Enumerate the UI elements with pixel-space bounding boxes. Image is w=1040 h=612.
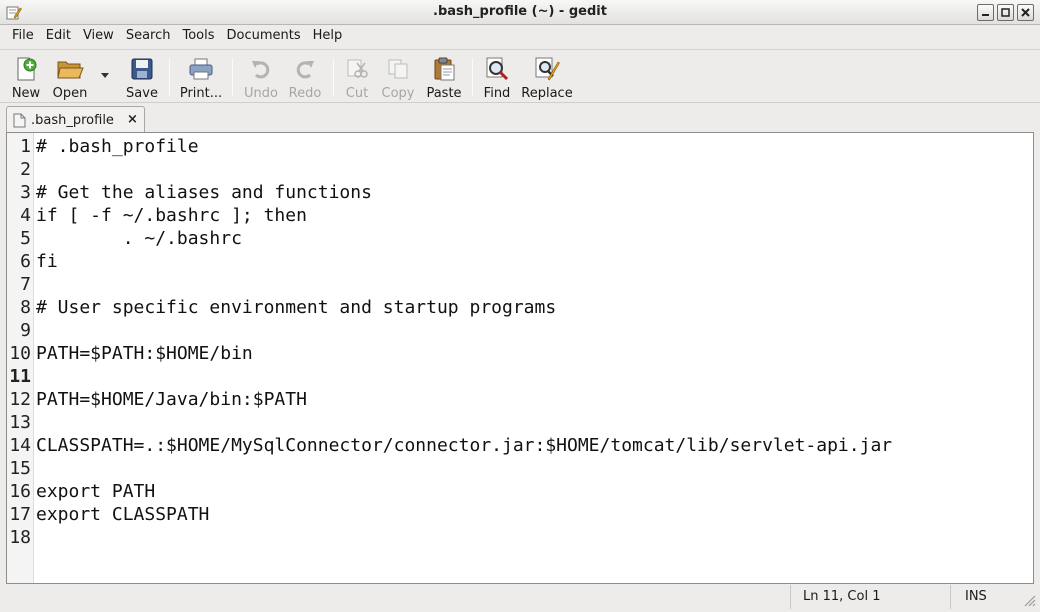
new-button[interactable]: New — [9, 50, 43, 102]
menu-edit[interactable]: Edit — [40, 25, 77, 47]
print-button[interactable]: Print... — [180, 50, 222, 102]
minimize-icon — [982, 14, 989, 16]
line-number: 2 — [20, 159, 31, 180]
window-title: .bash_profile (~) - gedit — [433, 4, 607, 19]
folder-open-icon — [57, 61, 84, 79]
new-label: New — [11, 86, 41, 101]
line-number: 1 — [20, 136, 31, 157]
save-disk-icon — [131, 58, 153, 80]
close-icon — [1021, 8, 1030, 17]
insert-mode-indicator: INS — [965, 589, 987, 604]
toolbar-separator — [333, 58, 334, 96]
cut-label: Cut — [345, 86, 369, 101]
menu-help[interactable]: Help — [307, 25, 349, 47]
line-number: 17 — [9, 504, 31, 525]
replace-button[interactable]: Replace — [520, 50, 574, 102]
toolbar-separator — [232, 58, 233, 96]
code-line[interactable]: . ~/.bashrc — [36, 227, 242, 250]
paste-clipboard-icon — [434, 57, 455, 81]
paste-button[interactable]: Paste — [425, 50, 463, 102]
print-label: Print... — [179, 86, 223, 101]
redo-icon — [296, 61, 314, 79]
menu-search[interactable]: Search — [120, 25, 177, 47]
close-window-button[interactable] — [1017, 4, 1034, 21]
code-line[interactable]: PATH=$PATH:$HOME/bin — [36, 342, 253, 365]
tab-bash-profile[interactable]: .bash_profile × — [6, 106, 145, 134]
scissors-icon — [347, 59, 368, 78]
status-bar: Ln 11, Col 1 INS — [0, 585, 1040, 612]
toolbar-separator — [169, 58, 170, 96]
undo-button[interactable]: Undo — [243, 50, 279, 102]
title-bar: .bash_profile (~) - gedit — [0, 0, 1040, 25]
line-number: 5 — [20, 228, 31, 249]
find-label: Find — [483, 86, 511, 101]
replace-label: Replace — [521, 86, 573, 101]
code-line[interactable]: if [ -f ~/.bashrc ]; then — [36, 204, 307, 227]
code-line[interactable]: PATH=$HOME/Java/bin:$PATH — [36, 388, 307, 411]
line-number: 18 — [9, 527, 31, 548]
redo-button[interactable]: Redo — [287, 50, 323, 102]
code-line[interactable]: # User specific environment and startup … — [36, 296, 556, 319]
open-recent-dropdown-icon[interactable] — [99, 70, 111, 80]
menu-bar: File Edit View Search Tools Documents He… — [0, 25, 1040, 47]
line-number: 6 — [20, 251, 31, 272]
menu-view[interactable]: View — [77, 25, 120, 47]
line-number: 15 — [9, 458, 31, 479]
replace-icon — [535, 57, 560, 81]
undo-icon — [252, 61, 270, 79]
maximize-icon — [1001, 8, 1010, 17]
code-line[interactable]: fi — [36, 250, 58, 273]
code-line[interactable]: export CLASSPATH — [36, 503, 209, 526]
save-label: Save — [126, 86, 158, 101]
menu-tools[interactable]: Tools — [176, 25, 220, 47]
undo-label: Undo — [244, 86, 278, 101]
copy-label: Copy — [381, 86, 415, 101]
line-number: 16 — [9, 481, 31, 502]
copy-button[interactable]: Copy — [380, 50, 416, 102]
menu-documents[interactable]: Documents — [221, 25, 307, 47]
tab-close-icon[interactable]: × — [127, 112, 138, 127]
tab-label: .bash_profile — [31, 113, 114, 128]
line-number: 11 — [9, 366, 31, 387]
open-button[interactable]: Open — [51, 50, 89, 102]
resize-grip-icon[interactable] — [1022, 593, 1036, 607]
minimize-button[interactable] — [977, 4, 994, 21]
new-document-icon — [17, 57, 37, 81]
line-number: 3 — [20, 182, 31, 203]
line-number: 10 — [9, 343, 31, 364]
paste-label: Paste — [426, 86, 462, 101]
open-label: Open — [52, 86, 88, 101]
line-number: 12 — [9, 389, 31, 410]
line-number: 9 — [20, 320, 31, 341]
find-button[interactable]: Find — [481, 50, 513, 102]
line-number: 13 — [9, 412, 31, 433]
line-number: 7 — [20, 274, 31, 295]
line-number: 14 — [9, 435, 31, 456]
printer-icon — [189, 58, 213, 80]
text-file-icon — [13, 113, 26, 128]
line-number: 8 — [20, 297, 31, 318]
line-number: 4 — [20, 205, 31, 226]
toolbar: New Open Save Print... Undo Redo Cut Cop… — [0, 49, 1040, 103]
save-button[interactable]: Save — [124, 50, 160, 102]
redo-label: Redo — [288, 86, 322, 101]
copy-icon — [388, 59, 408, 79]
find-magnifier-icon — [486, 57, 509, 81]
code-line[interactable]: # Get the aliases and functions — [36, 181, 372, 204]
cursor-position: Ln 11, Col 1 — [803, 589, 881, 604]
toolbar-separator — [472, 58, 473, 96]
document-tabs: .bash_profile × — [0, 104, 1040, 134]
editor-area[interactable]: 1 2 3 4 5 6 7 8 9 10 11 12 13 14 15 16 17 18 # .bash_prof… — [6, 132, 1034, 584]
cut-button[interactable]: Cut — [342, 50, 372, 102]
menu-file[interactable]: File — [6, 25, 40, 47]
code-line[interactable]: CLASSPATH=.:$HOME/MySqlConnector/connect… — [36, 434, 892, 457]
line-number-gutter: 1 2 3 4 5 6 7 8 9 10 11 12 13 14 15 16 17 18 — [7, 133, 34, 583]
code-line[interactable]: export PATH — [36, 480, 155, 503]
maximize-button[interactable] — [997, 4, 1014, 21]
code-line[interactable]: # .bash_profile — [36, 135, 199, 158]
